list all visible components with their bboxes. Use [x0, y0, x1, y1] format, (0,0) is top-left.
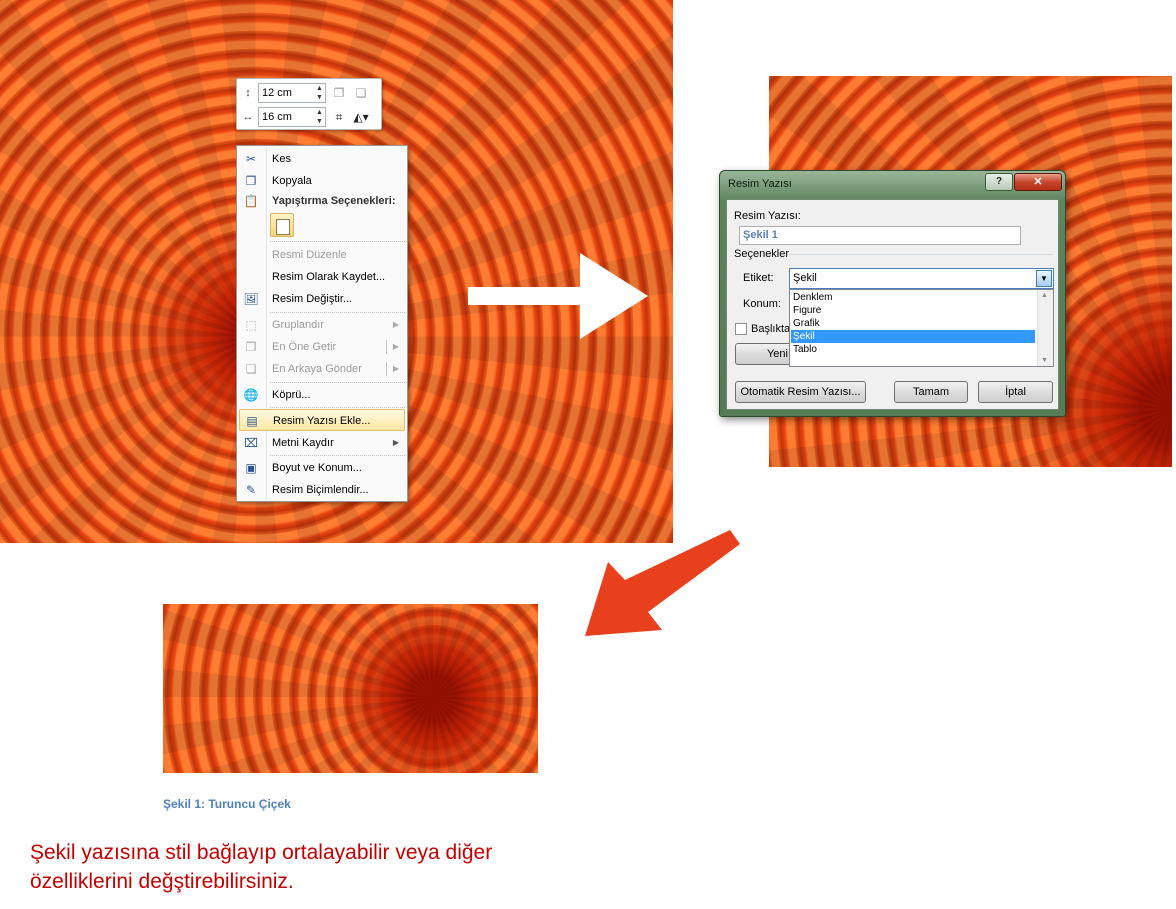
- menu-item-edit-picture[interactable]: Resmi Düzenle: [239, 244, 405, 266]
- height-spinner-icon[interactable]: ▲ ▼: [315, 84, 324, 102]
- menu-separator: [270, 241, 405, 242]
- options-group-label: Seçenekler: [734, 248, 790, 260]
- height-icon: ↕: [245, 87, 251, 99]
- instruction-note: Şekil yazısına stil bağlayıp ortalayabil…: [30, 841, 493, 893]
- bring-to-front-icon: ❐: [245, 340, 257, 354]
- dialog-title: Resim Yazısı: [728, 178, 792, 190]
- shape-outline-icon[interactable]: ◭▾: [352, 108, 370, 126]
- width-value: 16 cm: [262, 111, 292, 123]
- width-icon: ↔: [242, 111, 254, 123]
- exclude-label-checkbox[interactable]: [735, 323, 747, 335]
- list-item[interactable]: Figure: [791, 304, 1035, 317]
- scroll-up-icon[interactable]: ▲: [1041, 292, 1048, 299]
- red-down-left-arrow-icon: [585, 530, 740, 636]
- context-menu: ✂ Kes ❐ Kopyala 📋 Yapıştırma Seçenekleri…: [236, 145, 408, 502]
- cancel-button[interactable]: İptal: [978, 381, 1053, 403]
- label-select-value: Şekil: [793, 272, 817, 284]
- paste-picture-icon[interactable]: [270, 213, 294, 237]
- submenu-arrow-icon: ▶: [392, 364, 399, 373]
- menu-separator: [270, 382, 405, 383]
- close-button[interactable]: ✕: [1014, 173, 1062, 191]
- width-spinner-icon[interactable]: ▲ ▼: [315, 108, 324, 126]
- options-group-line: [789, 254, 1053, 255]
- position-label: Konum:: [743, 298, 781, 310]
- menu-item-wrap-text[interactable]: ⌧ Metni Kaydır ▶: [239, 432, 405, 454]
- menu-header-paste-options: 📋 Yapıştırma Seçenekleri:: [243, 194, 396, 208]
- list-scrollbar[interactable]: ▲ ▼: [1037, 290, 1053, 366]
- submenu-arrow-icon: ▶: [392, 320, 399, 329]
- caption-dialog: Resim Yazısı ? ✕ Resim Yazısı: Şekil 1 S…: [719, 170, 1066, 417]
- list-item-selected[interactable]: Şekil: [791, 330, 1035, 343]
- menu-split-divider: [386, 362, 387, 376]
- chevron-down-icon[interactable]: ▼: [1036, 270, 1052, 287]
- group-icon: ⬚: [245, 318, 257, 332]
- menu-item-change-picture[interactable]: 🖼 Resim Değiştir...: [239, 288, 405, 310]
- menu-item-cut[interactable]: ✂ Kes: [239, 148, 405, 170]
- menu-item-insert-caption[interactable]: ▤ Resim Yazısı Ekle...: [239, 409, 405, 431]
- format-picture-icon: ✎: [245, 483, 257, 497]
- menu-separator: [270, 312, 405, 313]
- autocaption-button[interactable]: Otomatik Resim Yazısı...: [735, 381, 866, 403]
- copy-icon: ❐: [245, 174, 257, 188]
- crop-icon[interactable]: ⌗: [330, 108, 348, 126]
- flower-image-cropped: [163, 604, 538, 773]
- menu-item-hyperlink[interactable]: 🌐 Köprü...: [239, 384, 405, 406]
- bring-forward-icon[interactable]: ❐: [330, 84, 348, 102]
- insert-caption-icon: ▤: [246, 414, 258, 428]
- menu-item-format-picture[interactable]: ✎ Resim Biçimlendir...: [239, 479, 405, 501]
- paste-icon: 📋: [243, 194, 259, 208]
- label-label: Etiket:: [743, 272, 774, 284]
- dialog-body: Resim Yazısı: Şekil 1 Seçenekler Etiket:…: [726, 199, 1059, 410]
- change-picture-icon: 🖼: [243, 292, 259, 306]
- menu-item-bring-to-front[interactable]: ❐ En Öne Getir ▶: [239, 336, 405, 358]
- list-item[interactable]: Denklem: [791, 291, 1035, 304]
- menu-item-save-as-picture[interactable]: Resim Olarak Kaydet...: [239, 266, 405, 288]
- menu-item-group[interactable]: ⬚ Gruplandır ▶: [239, 314, 405, 336]
- new-label-button[interactable]: Yeni: [735, 343, 795, 365]
- submenu-arrow-icon: ▶: [392, 438, 399, 447]
- wrap-text-icon: ⌧: [244, 436, 258, 450]
- submenu-arrow-icon: ▶: [392, 342, 399, 351]
- height-value: 12 cm: [262, 87, 292, 99]
- mini-toolbar: ↕ 12 cm ▲ ▼ ❐ ❏ ↔ 16 cm ▲ ▼ ⌗ ◭▾: [236, 78, 382, 130]
- menu-item-copy[interactable]: ❐ Kopyala: [239, 170, 405, 192]
- list-item[interactable]: Grafik: [791, 317, 1035, 330]
- help-button[interactable]: ?: [985, 173, 1013, 191]
- menu-separator: [270, 407, 405, 408]
- caption-input[interactable]: Şekil 1: [739, 226, 1021, 245]
- send-to-back-icon: ❏: [245, 362, 257, 376]
- figure-caption: Şekil 1: Turuncu Çiçek: [163, 797, 291, 811]
- scissors-icon: ✂: [245, 152, 257, 166]
- width-input[interactable]: 16 cm ▲ ▼: [258, 107, 326, 127]
- size-position-icon: ▣: [245, 461, 257, 475]
- menu-item-send-to-back[interactable]: ❏ En Arkaya Gönder ▶: [239, 358, 405, 380]
- menu-split-divider: [386, 340, 387, 354]
- ok-button[interactable]: Tamam: [894, 381, 968, 403]
- send-backward-icon[interactable]: ❏: [352, 84, 370, 102]
- white-right-arrow-icon: [468, 253, 648, 339]
- list-item[interactable]: Tablo: [791, 343, 1035, 356]
- hyperlink-icon: 🌐: [243, 388, 259, 402]
- menu-separator: [270, 455, 405, 456]
- scroll-down-icon[interactable]: ▼: [1041, 357, 1048, 364]
- height-input[interactable]: 12 cm ▲ ▼: [258, 83, 326, 103]
- caption-label: Resim Yazısı:: [734, 210, 801, 222]
- label-select[interactable]: Şekil ▼: [789, 268, 1054, 289]
- menu-item-size-position[interactable]: ▣ Boyut ve Konum...: [239, 457, 405, 479]
- label-dropdown-list[interactable]: Denklem Figure Grafik Şekil Tablo ▲ ▼: [789, 289, 1054, 367]
